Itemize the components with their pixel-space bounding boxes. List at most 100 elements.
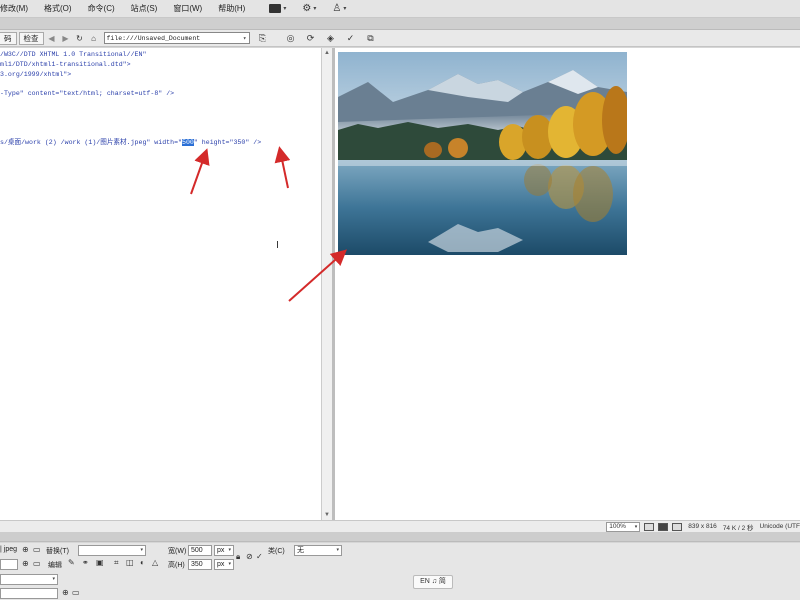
- chevron-down-icon: ▾: [343, 6, 347, 12]
- encoding-info: Unicode (UTF: [759, 523, 800, 530]
- code-line: /W3C//DTD XHTML 1.0 Transitional//EN": [0, 51, 147, 58]
- address-bar[interactable]: file:///Unsaved_Document ▾: [103, 32, 250, 44]
- height-unit-select[interactable]: px ▾: [214, 559, 234, 570]
- document-tab-strip: [0, 18, 800, 30]
- status-bar: 100% ▾ 839 x 816 74 K / 2 秒 Unicode (UTF: [0, 520, 800, 532]
- point-to-file-icon[interactable]: ⊕: [22, 560, 29, 568]
- selected-width-value[interactable]: 500: [182, 139, 194, 146]
- mobile-size-icon[interactable]: [644, 522, 655, 531]
- link-icon[interactable]: ⚭: [82, 559, 89, 567]
- layout-icon: [269, 4, 282, 13]
- width-unit-value: px: [217, 547, 225, 554]
- class-select[interactable]: 无 ▾: [294, 545, 342, 556]
- account-menu[interactable]: ♙ ▾: [324, 2, 354, 14]
- replace-select[interactable]: ▾: [78, 545, 146, 556]
- menu-bar: 修改(M) 格式(O) 命令(C) 站点(S) 窗口(W) 帮助(H) ▾ ⚙ …: [0, 0, 800, 18]
- class-label: 类(C): [268, 548, 285, 555]
- refresh-design-icon[interactable]: ⟳: [304, 32, 318, 44]
- layout-switcher[interactable]: ▾: [261, 4, 294, 13]
- image-type-label: | jpeg: [0, 546, 17, 553]
- home-icon[interactable]: ⌂: [88, 34, 100, 43]
- code-scrollbar[interactable]: ▲ ▼: [321, 48, 332, 520]
- chevron-down-icon: ▾: [52, 576, 55, 582]
- forward-icon[interactable]: ▶: [60, 34, 72, 43]
- landscape-image-graphic: [338, 52, 627, 255]
- menu-format[interactable]: 格式(O): [36, 3, 80, 14]
- gear-icon: ⚙: [302, 2, 312, 14]
- text-cursor-icon: I: [276, 240, 279, 251]
- file-size-info: 74 K / 2 秒: [722, 524, 754, 532]
- resample-icon[interactable]: ◫: [126, 559, 134, 567]
- folder-icon[interactable]: ▭: [33, 560, 41, 568]
- class-value: 无: [297, 547, 304, 554]
- reset-size-icon[interactable]: ⊘: [246, 553, 253, 561]
- alt-select[interactable]: ▾: [0, 574, 58, 585]
- code-tag-close: " />: [245, 139, 262, 146]
- commit-size-icon[interactable]: ✓: [256, 553, 263, 561]
- tab-inspect[interactable]: 检查: [18, 31, 44, 45]
- back-icon[interactable]: ◀: [46, 34, 58, 43]
- menu-window[interactable]: 窗口(W): [165, 3, 210, 14]
- check-compat-icon[interactable]: ⧉: [364, 32, 378, 44]
- visual-aids-icon[interactable]: ◈: [324, 32, 338, 44]
- folder-icon[interactable]: ▭: [72, 589, 80, 597]
- chevron-down-icon: ▾: [140, 547, 143, 553]
- height-value: 350: [233, 139, 246, 146]
- code-line: 3.org/1999/xhtml">: [0, 71, 72, 78]
- refresh-icon[interactable]: ↻: [74, 34, 86, 43]
- folder-icon[interactable]: ▭: [33, 546, 41, 554]
- chevron-down-icon[interactable]: ▾: [243, 35, 247, 42]
- document-toolbar: 码 检查 ◀ ▶ ↻ ⌂ file:///Unsaved_Document ▾ …: [0, 30, 800, 47]
- code-img-src: s/桌面/work (2) /work (1)/图片素材.jpeg" width…: [0, 139, 183, 146]
- lock-icon[interactable]: 🔒︎: [236, 553, 240, 561]
- code-height-attr: " height=": [193, 139, 234, 146]
- code-line-img: s/桌面/work (2) /work (1)/图片素材.jpeg" width…: [0, 138, 261, 147]
- edit-image-icon[interactable]: ✎: [68, 559, 75, 567]
- tablet-size-icon[interactable]: [658, 522, 669, 531]
- user-icon: ♙: [332, 2, 342, 14]
- height-unit-value: px: [217, 561, 225, 568]
- design-view[interactable]: [335, 48, 800, 520]
- desktop-size-icon[interactable]: [672, 522, 683, 531]
- image-id-field[interactable]: [0, 559, 18, 570]
- chevron-down-icon: ▾: [313, 6, 317, 12]
- validate-icon[interactable]: ✓: [344, 32, 358, 44]
- settings-menu[interactable]: ⚙ ▾: [294, 2, 324, 14]
- chevron-down-icon: ▾: [228, 547, 231, 553]
- width-unit-select[interactable]: px ▾: [214, 545, 234, 556]
- zoom-value: 100%: [609, 523, 626, 530]
- landscape-image[interactable]: [338, 52, 627, 255]
- window-dimensions[interactable]: 839 x 816: [688, 523, 717, 530]
- code-line: ml1/DTD/xhtml1-transitional.dtd">: [0, 61, 131, 68]
- menu-site[interactable]: 站点(S): [123, 3, 166, 14]
- chevron-down-icon: ▾: [336, 547, 339, 553]
- link-field[interactable]: [0, 588, 58, 599]
- menu-modify[interactable]: 修改(M): [0, 3, 36, 14]
- height-field[interactable]: 350: [188, 559, 212, 570]
- chevron-down-icon: ▾: [283, 6, 287, 12]
- sharpen-icon[interactable]: △: [152, 559, 158, 567]
- menu-commands[interactable]: 命令(C): [80, 3, 123, 14]
- zoom-select[interactable]: 100% ▾: [606, 521, 641, 532]
- point-to-file-icon[interactable]: ⊕: [22, 546, 29, 554]
- properties-panel: | jpeg ⊕ ▭ 替换(T) ▾ 宽(W) 500 px ▾ 类(C) 无 ▾ …: [0, 543, 800, 600]
- height-label: 高(H): [168, 562, 185, 569]
- edit-label: 编辑: [48, 562, 62, 569]
- address-value: file:///Unsaved_Document: [106, 34, 201, 42]
- code-view[interactable]: /W3C//DTD XHTML 1.0 Transitional//EN" ml…: [0, 48, 321, 520]
- brightness-icon[interactable]: ◐: [140, 559, 145, 567]
- ime-indicator[interactable]: EN ♫ 简: [413, 575, 453, 589]
- preview-browser-icon[interactable]: ◎: [284, 32, 298, 44]
- file-management-icon[interactable]: ⎘: [256, 32, 270, 44]
- properties-header: [0, 532, 800, 542]
- optimize-icon[interactable]: ▣: [96, 559, 104, 567]
- crop-icon[interactable]: ⌗: [114, 559, 119, 567]
- point-to-file-icon[interactable]: ⊕: [62, 589, 69, 597]
- tab-code[interactable]: 码: [0, 31, 17, 45]
- width-field[interactable]: 500: [188, 545, 212, 556]
- menu-help[interactable]: 帮助(H): [210, 3, 253, 14]
- chevron-down-icon: ▾: [634, 523, 638, 530]
- scroll-up-icon[interactable]: ▲: [324, 50, 330, 56]
- scroll-down-icon[interactable]: ▼: [324, 512, 330, 518]
- replace-label: 替换(T): [46, 548, 69, 555]
